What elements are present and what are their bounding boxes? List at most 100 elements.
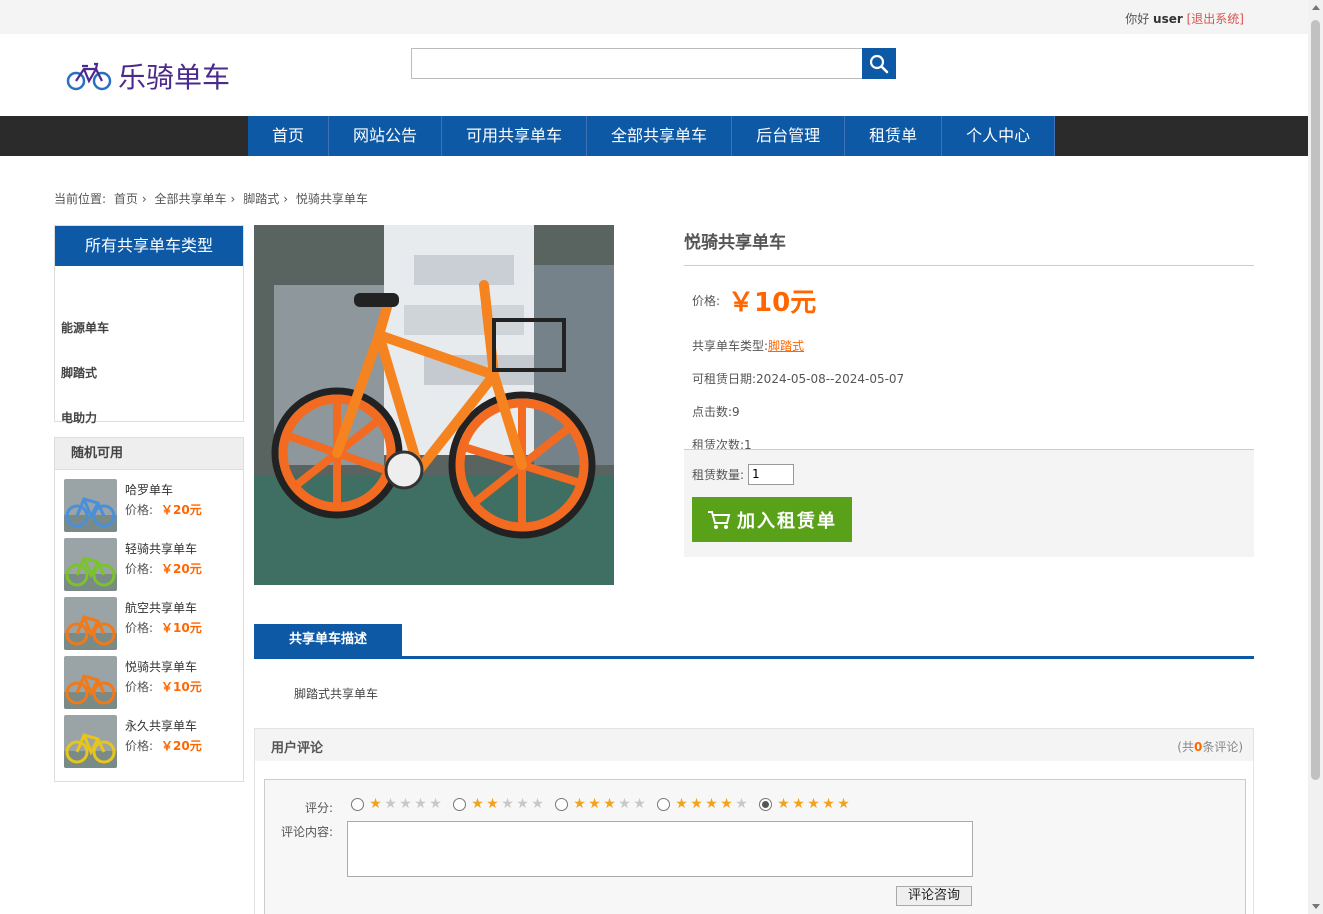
random-bike-price-row: 价格: ￥10元 [125,680,202,694]
nav-item-announcements[interactable]: 网站公告 [329,116,443,156]
rating-radio[interactable] [555,797,568,811]
chevron-right-icon: › [283,192,289,206]
breadcrumb-type[interactable]: 脚踏式 [243,192,279,206]
type-link[interactable]: 脚踏式 [768,339,804,353]
search-button[interactable] [862,48,896,79]
star-icon: ★ [807,796,820,812]
rating-option-3[interactable]: ★ ★ ★ ★ ★ [555,797,647,811]
random-bike-item[interactable]: 悦骑共享单车 价格: ￥10元 [55,647,243,709]
rating-option-4[interactable]: ★ ★ ★ ★ ★ [657,797,749,811]
product-type-row: 共享单车类型:脚踏式 [684,337,1254,354]
nav-item-available-bikes[interactable]: 可用共享单车 [442,116,588,156]
search-icon [869,54,889,73]
random-bike-item[interactable]: 哈罗单车 价格: ￥20元 [55,470,243,532]
star-icon: ★ [633,796,646,812]
rating-radio[interactable] [657,797,670,811]
random-bike-item[interactable]: 航空共享单车 价格: ￥10元 [55,588,243,650]
random-list: 哈罗单车 价格: ￥20元 轻骑共享单车 价格: ￥20元 航空共享单车 价格: ￥10元 悦骑共… [55,470,243,768]
star-icon: ★ [384,796,397,812]
star-icon: ★ [501,796,514,812]
random-bike-name[interactable]: 哈罗单车 [125,481,173,498]
random-bike-item[interactable]: 永久共享单车 价格: ￥20元 [55,706,243,768]
cart-icon [708,510,731,529]
tab-description[interactable]: 共享单车描述 [254,624,402,656]
product-price-row: 价格: ￥10元 [684,282,1254,319]
rating-radio[interactable] [759,797,772,811]
clicks-label: 点击数: [692,405,733,419]
random-bike-thumb[interactable] [64,479,117,532]
breadcrumb-current: 悦骑共享单车 [295,192,368,206]
random-bike-name[interactable]: 悦骑共享单车 [125,658,197,675]
rating-option-2[interactable]: ★ ★ ★ ★ ★ [453,797,545,811]
rating-option-5[interactable]: ★ ★ ★ ★ ★ [759,797,851,811]
nav-item-rental-orders[interactable]: 租赁单 [845,116,943,156]
star-icon: ★ [777,796,790,812]
breadcrumb: 当前位置: 首页 › 全部共享单车 › 脚踏式 › 悦骑共享单车 [54,190,372,207]
random-bike-thumb[interactable] [64,715,117,768]
random-bike-name[interactable]: 航空共享单车 [125,599,197,616]
date-value: 2024-05-08--2024-05-07 [756,372,905,386]
random-bike-name[interactable]: 轻骑共享单车 [125,540,197,557]
comments-header: 用户评论 (共0条评论) [255,729,1253,761]
random-bike-thumb[interactable] [64,597,117,650]
chevron-right-icon: › [230,192,236,206]
bike-type-energy[interactable]: 能源单车 [55,306,243,351]
logout-link[interactable]: [退出系统] [1187,12,1244,26]
random-bike-item[interactable]: 轻骑共享单车 价格: ￥20元 [55,529,243,591]
bike-type-assist[interactable]: 电助力 [55,396,243,441]
rating-radio[interactable] [351,797,364,811]
random-bike-price: ￥10元 [161,621,202,635]
star-icon: ★ [822,796,835,812]
star-icon: ★ [399,796,412,812]
star-rating: ★ ★ ★ ★ ★ [368,797,443,811]
comment-textarea[interactable] [347,821,973,877]
nav-item-home[interactable]: 首页 [248,116,330,156]
star-icon: ★ [486,796,499,812]
comment-content-label: 评论内容: [281,825,334,839]
quantity-input[interactable]: 1 [748,464,795,485]
scroll-thumb[interactable] [1311,20,1320,780]
logo-text: 乐骑单车 [118,61,231,94]
star-icon: ★ [471,796,484,812]
scroll-up-arrow[interactable] [1312,5,1320,10]
username: user [1153,12,1183,26]
random-bike-price: ￥20元 [161,503,202,517]
star-icon: ★ [792,796,805,812]
rating-radio[interactable] [453,797,466,811]
page-scrollbar[interactable] [1308,0,1323,914]
random-available-panel: 随机可用 哈罗单车 价格: ￥20元 轻骑共享单车 价格: ￥20元 航空共享单车 价格: ￥1… [54,437,244,782]
breadcrumb-prefix: 当前位置: [54,192,107,206]
random-bike-name[interactable]: 永久共享单车 [125,717,197,734]
star-icon: ★ [618,796,631,812]
site-logo[interactable]: 乐骑单车 [66,56,230,96]
description-text: 脚踏式共享单车 [294,687,379,701]
scroll-down-arrow[interactable] [1312,904,1320,909]
comment-form: 评分: ★ ★ ★ ★ ★ ★ ★ ★ ★ ★ ★ ★ ★ ★ ★ ★ ★ ★ ★ ★ ★ ★ ★ ★ ★ 评论内容: 评论咨询 [264,779,1246,914]
rating-option-1[interactable]: ★ ★ ★ ★ ★ [351,797,443,811]
submit-comment-button[interactable]: 评论咨询 [896,886,972,906]
random-bike-price: ￥20元 [161,562,202,576]
product-detail: 悦骑共享单车 价格: ￥10元 共享单车类型:脚踏式 可租赁日期:2024-05… [684,225,1254,453]
clicks-value: 9 [732,405,740,419]
star-rating: ★ ★ ★ ★ ★ [674,797,749,811]
bicycle-icon [66,62,112,91]
product-title: 悦骑共享单车 [684,225,1254,266]
search-input[interactable] [411,48,863,79]
chevron-right-icon: › [141,192,147,206]
nav-item-admin[interactable]: 后台管理 [732,116,846,156]
breadcrumb-all-bikes[interactable]: 全部共享单车 [155,192,227,206]
main-nav: 首页 网站公告 可用共享单车 全部共享单车 后台管理 租赁单 个人中心 [0,116,1308,156]
rating-label: 评分: [305,801,334,815]
random-bike-price-row: 价格: ￥20元 [125,739,202,753]
add-to-rental-button[interactable]: 加入租赁单 [692,497,852,542]
nav-item-all-bikes[interactable]: 全部共享单车 [587,116,733,156]
breadcrumb-home[interactable]: 首页 [114,192,138,206]
star-icon: ★ [720,796,733,812]
random-bike-thumb[interactable] [64,656,117,709]
comments-section: 用户评论 (共0条评论) 评分: ★ ★ ★ ★ ★ ★ ★ ★ ★ ★ ★ ★ ★ ★ ★ ★ ★ ★ ★ ★ ★ ★ ★… [254,728,1254,914]
nav-item-profile[interactable]: 个人中心 [942,116,1056,156]
random-bike-price-row: 价格: ￥10元 [125,621,202,635]
bike-type-pedal[interactable]: 脚踏式 [55,351,243,396]
random-bike-price: ￥10元 [161,680,202,694]
random-bike-thumb[interactable] [64,538,117,591]
